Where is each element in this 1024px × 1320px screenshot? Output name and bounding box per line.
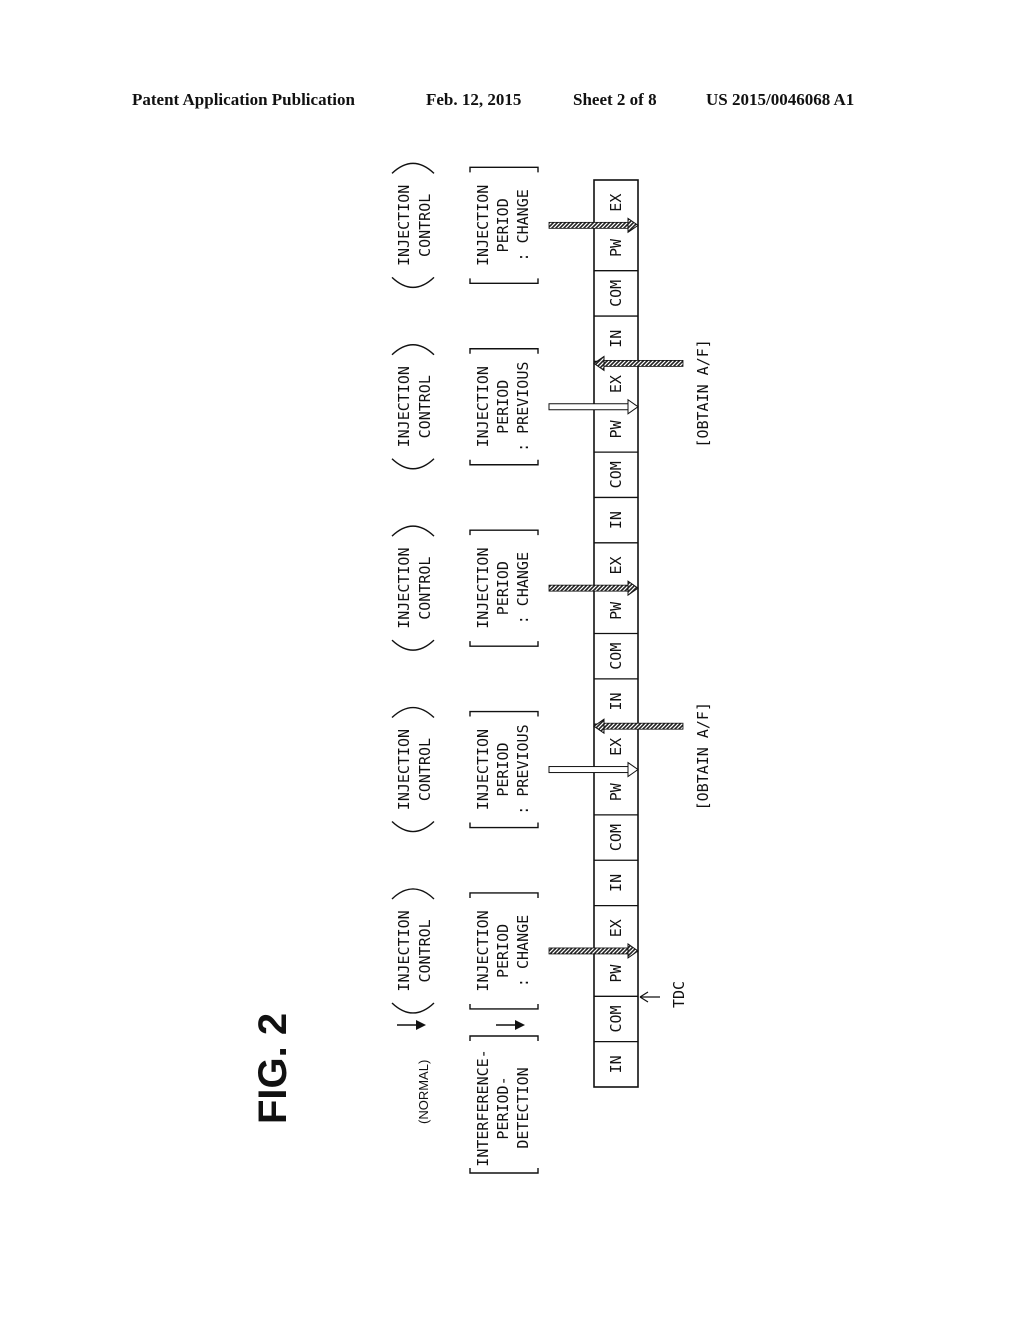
stroke-cell-label: COM [607,1005,625,1032]
stroke-cell-label: IN [607,330,625,348]
injection-period-label: INJECTION PERIOD: PREVIOUS [469,710,539,829]
stroke-cell-in: IN [594,511,638,544]
stroke-cell-com: COM [594,643,638,680]
tdc-label: TDC [670,981,688,1008]
normal-to-control-arrow [397,1020,426,1030]
obtain-af-label: [OBTAIN A/F] [694,702,712,810]
injection-control-label: INJECTION CONTROL [391,344,435,470]
svg-text:INJECTION: INJECTION [474,366,492,447]
svg-text:PERIOD: PERIOD [494,924,512,978]
svg-text:CONTROL: CONTROL [416,194,434,257]
figure-2-diagram: FIG. 2 (NORMAL) INTERFERENCE- PERIOD- DETE… [251,162,712,1174]
injection-period-label: INJECTION PERIOD: CHANGE [469,166,539,285]
stroke-cell-label: PW [607,419,625,438]
svg-text:: PREVIOUS: : PREVIOUS [514,362,532,452]
figure-title: FIG. 2 [251,1013,295,1124]
stroke-cell-label: EX [607,919,625,937]
svg-text:DETECTION: DETECTION [514,1067,532,1148]
stroke-cell-in: IN [607,1055,625,1073]
stroke-cell-pw: PW [594,601,638,635]
stroke-cell-in: IN [594,330,638,363]
obtain-af-label: [OBTAIN A/F] [694,339,712,447]
svg-text:INJECTION: INJECTION [474,548,492,629]
svg-text:PERIOD-: PERIOD- [494,1076,512,1139]
stroke-cell-label: EX [607,194,625,212]
injection-period-label: INJECTION PERIOD: CHANGE [469,529,539,647]
stroke-cell-label: EX [607,556,625,574]
svg-text:PERIOD: PERIOD [494,561,512,615]
stroke-cell-pw: PW [594,782,638,816]
normal-label: (NORMAL) [416,1060,431,1124]
interference-period-detection-box: INTERFERENCE- PERIOD- DETECTION [469,1035,539,1174]
injection-group-5: INJECTION CONTROL INJECTION PERIOD: CHANGE [391,162,639,289]
injection-control-groups: INJECTION CONTROL INJECTION PERIOD: CHANGEI… [391,162,639,1014]
detection-to-period-arrow [496,1020,525,1030]
svg-text:PERIOD: PERIOD [494,742,512,796]
stroke-cell-com: COM [594,1005,638,1043]
stroke-cell-pw: PW [594,238,638,272]
stroke-cell-label: PW [607,782,625,801]
injection-control-label: INJECTION CONTROL [391,525,435,651]
svg-text:INJECTION: INJECTION [395,548,413,629]
stroke-cell-in: IN [594,692,638,725]
svg-text:CONTROL: CONTROL [416,919,434,982]
stroke-cell-label: COM [607,461,625,488]
stroke-cell-label: PW [607,964,625,983]
stroke-cell-label: IN [607,1055,625,1073]
svg-text:PERIOD: PERIOD [494,380,512,434]
stroke-cell-pw: PW [594,419,638,453]
stroke-cell-label: COM [607,643,625,670]
svg-text:CONTROL: CONTROL [416,738,434,801]
stroke-cell-label: EX [607,375,625,393]
stroke-cell-com: COM [594,280,638,317]
injection-period-label: INJECTION PERIOD: PREVIOUS [469,348,539,466]
svg-text:: CHANGE: : CHANGE [514,552,532,624]
svg-text:INJECTION: INJECTION [395,729,413,810]
stroke-cell-com: COM [594,824,638,861]
svg-text:INJECTION: INJECTION [474,185,492,266]
stroke-cell-label: IN [607,874,625,892]
svg-text:CONTROL: CONTROL [416,557,434,620]
svg-text:INTERFERENCE-: INTERFERENCE- [474,1049,492,1166]
stroke-cell-label: PW [607,601,625,620]
stroke-cell-label: EX [607,738,625,756]
svg-text:PERIOD: PERIOD [494,198,512,252]
svg-text:INJECTION: INJECTION [474,910,492,991]
svg-text:INJECTION: INJECTION [395,185,413,266]
svg-text:INJECTION: INJECTION [395,366,413,447]
svg-text:CONTROL: CONTROL [416,375,434,438]
stroke-cell-pw: PW [594,964,638,997]
stroke-cell-label: COM [607,824,625,851]
tdc-marker: TDC [639,981,688,1008]
injection-group-1: INJECTION CONTROL INJECTION PERIOD: CHANGE [391,888,639,1014]
injection-control-label: INJECTION CONTROL [391,162,435,289]
svg-text:: PREVIOUS: : PREVIOUS [514,724,532,814]
injection-group-3: INJECTION CONTROL INJECTION PERIOD: CHANGE [391,525,639,651]
svg-text:: CHANGE: : CHANGE [514,915,532,987]
injection-control-label: INJECTION CONTROL [391,706,435,833]
svg-text:INJECTION: INJECTION [395,910,413,991]
stroke-cell-com: COM [594,461,638,499]
svg-text:INJECTION: INJECTION [474,729,492,810]
injection-period-label: INJECTION PERIOD: CHANGE [469,892,539,1010]
stroke-cell-label: IN [607,692,625,710]
stroke-cell-label: IN [607,511,625,529]
injection-control-label: INJECTION CONTROL [391,888,435,1014]
stroke-cell-in: IN [594,874,638,907]
svg-text:: CHANGE: : CHANGE [514,189,532,261]
stroke-cell-label: COM [607,280,625,307]
stroke-cell-label: PW [607,238,625,257]
